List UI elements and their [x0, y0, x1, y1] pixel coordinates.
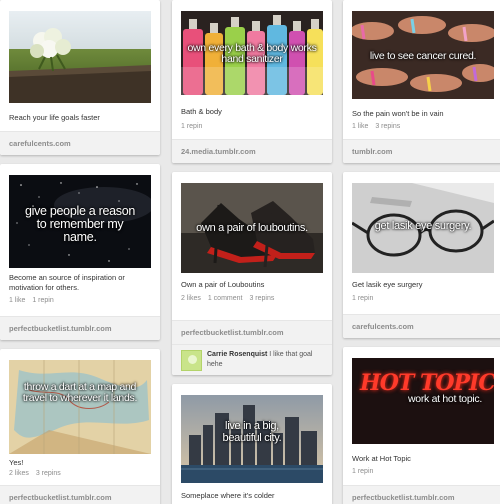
pin-stats: 1 like 3 repins [352, 123, 494, 130]
pin-description: Work at Hot Topic [352, 454, 411, 463]
pin-image[interactable]: HOT TOPIC work at hot topic. [352, 358, 494, 444]
pin-overlay-text: own a pair of louboutins. [196, 222, 308, 234]
pin-overlay-text: throw a dart at a map and travel to wher… [22, 381, 138, 405]
pin-overlay-text: get lasik eye surgery. [374, 220, 472, 232]
pin-image[interactable]: live in a big, beautiful city. [181, 395, 323, 483]
repins-count[interactable]: 1 repin [32, 297, 53, 304]
pin-overlay-text: live in a big, beautiful city. [222, 420, 282, 444]
pin-card[interactable]: get lasik eye surgery. Get lasik eye sur… [343, 172, 500, 338]
likes-count[interactable]: 1 like [9, 297, 25, 304]
pin-source-link[interactable]: tumblr.com [343, 139, 500, 163]
pin-image[interactable]: throw a dart at a map and travel to wher… [9, 360, 151, 454]
pin-source-link[interactable]: perfectbucketlist.tumblr.com [343, 485, 500, 504]
pin-source-link[interactable]: carefulcents.com [0, 131, 160, 155]
pin-image[interactable]: give people a reason to remember my name… [9, 175, 151, 268]
repins-count[interactable]: 3 repins [36, 470, 61, 477]
pin-stats: 1 like 1 repin [9, 297, 151, 304]
pin-overlay-text: give people a reason to remember my name… [24, 204, 136, 245]
pin-card[interactable]: give people a reason to remember my name… [0, 164, 160, 340]
pin-description: Become an source of inspiration or motiv… [9, 273, 125, 292]
repins-count[interactable]: 3 repins [375, 123, 400, 130]
pin-overlay-text: live to see cancer cured. [369, 50, 477, 62]
pin-description: Get lasik eye surgery [352, 280, 423, 289]
pin-stats: 2 likes 3 repins [9, 470, 151, 477]
commenter-name[interactable]: Carrie Rosenquist [207, 351, 267, 358]
pin-description: So the pain won't be in vain [352, 109, 444, 118]
likes-count[interactable]: 1 like [352, 123, 368, 130]
likes-count[interactable]: 2 likes [9, 470, 29, 477]
commenter-avatar[interactable] [181, 350, 202, 371]
pin-stats: 1 repin [352, 468, 494, 475]
pin-card[interactable]: HOT TOPIC work at hot topic. Work at Hot… [343, 347, 500, 504]
pin-stats: 1 repin [181, 123, 323, 130]
pin-image[interactable] [9, 11, 151, 103]
pin-stats: 1 repin [352, 295, 494, 302]
pin-description: Someplace where it's colder [181, 491, 275, 500]
repins-count[interactable]: 1 repin [352, 468, 373, 475]
repins-count[interactable]: 1 repin [181, 123, 202, 130]
pin-card[interactable]: live in a big, beautiful city. Someplace… [172, 384, 332, 504]
pin-card[interactable]: own every bath & body works hand sanitiz… [172, 0, 332, 163]
pin-source-link[interactable]: perfectbucketlist.tumblr.com [0, 316, 160, 340]
comment-text: Carrie Rosenquist I like that goal hehe [207, 350, 324, 370]
pin-card[interactable]: live to see cancer cured. So the pain wo… [343, 0, 500, 163]
repins-count[interactable]: 1 repin [352, 295, 373, 302]
pin-overlay-text: own every bath & body works hand sanitiz… [187, 42, 317, 66]
pin-card[interactable]: own a pair of louboutins. Own a pair of … [172, 172, 332, 375]
pin-source-link[interactable]: carefulcents.com [343, 314, 500, 338]
pin-image[interactable]: get lasik eye surgery. [352, 183, 494, 273]
pin-image[interactable]: live to see cancer cured. [352, 11, 494, 99]
pin-overlay-text: work at hot topic. [408, 393, 482, 405]
pin-description: Own a pair of Louboutins [181, 280, 265, 289]
pin-stats: 2 likes 1 comment 3 repins [181, 295, 323, 302]
repins-count[interactable]: 3 repins [249, 295, 274, 302]
pin-description: Yes! [9, 458, 24, 467]
pin-description: Bath & body [181, 107, 222, 116]
pin-card[interactable]: Reach your life goals faster carefulcent… [0, 0, 160, 155]
pin-source-link[interactable]: 24.media.tumblr.com [172, 139, 332, 163]
pin-comment: Carrie Rosenquist I like that goal hehe [172, 344, 332, 375]
pin-description: Reach your life goals faster [9, 113, 100, 122]
pin-source-link[interactable]: perfectbucketlist.tumblr.com [0, 485, 160, 504]
pin-image[interactable]: own every bath & body works hand sanitiz… [181, 11, 323, 95]
pin-card[interactable]: throw a dart at a map and travel to wher… [0, 349, 160, 504]
comments-count[interactable]: 1 comment [208, 295, 243, 302]
pin-image[interactable]: own a pair of louboutins. [181, 183, 323, 273]
likes-count[interactable]: 2 likes [181, 295, 201, 302]
pin-source-link[interactable]: perfectbucketlist.tumblr.com [172, 320, 332, 344]
